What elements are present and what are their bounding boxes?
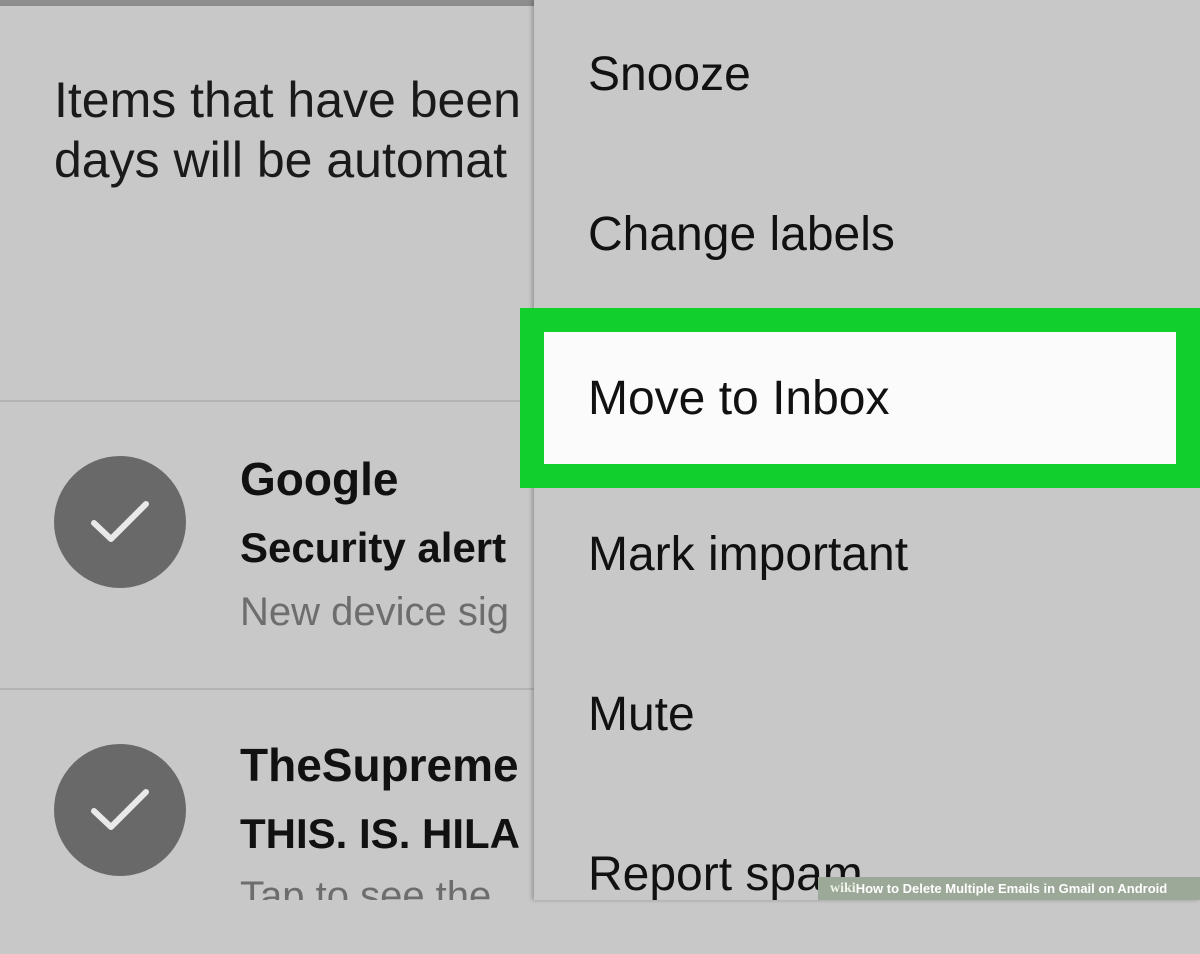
menu-item-report-spam[interactable]: Report spam xyxy=(534,794,1200,954)
email-sender: Google xyxy=(240,453,399,505)
notice-line-1: Items that have been xyxy=(54,72,521,128)
email-row[interactable]: Google Security alert New device sig xyxy=(0,402,540,652)
email-sender: TheSupreme xyxy=(240,739,519,791)
email-subject: THIS. IS. HILA xyxy=(240,810,521,857)
menu-item-mute[interactable]: Mute xyxy=(534,634,1200,794)
selected-avatar[interactable] xyxy=(54,456,186,588)
caption-banner: wiki How to Delete Multiple Emails in Gm… xyxy=(818,877,1200,900)
email-subject: Security alert xyxy=(240,524,507,571)
selected-avatar[interactable] xyxy=(54,744,186,876)
checkmark-icon xyxy=(91,789,149,830)
caption-text: How to Delete Multiple Emails in Gmail o… xyxy=(855,881,1168,896)
email-snippet: Tap to see the xyxy=(240,874,492,900)
trash-notice: Items that have been days will be automa… xyxy=(54,70,614,190)
wiki-logo: wiki xyxy=(830,880,856,896)
menu-item-change-labels[interactable]: Change labels xyxy=(534,154,1200,314)
menu-item-mark-important[interactable]: Mark important xyxy=(534,474,1200,634)
menu-item-snooze[interactable]: Snooze xyxy=(534,0,1200,154)
email-snippet: New device sig xyxy=(240,590,510,634)
checkmark-icon xyxy=(91,501,149,542)
email-row[interactable]: TheSupreme THIS. IS. HILA Tap to see the xyxy=(0,690,540,900)
menu-item-move-to-inbox[interactable]: Move to Inbox xyxy=(520,308,1200,488)
overflow-menu: Snooze Change labels Move to Inbox Mark … xyxy=(520,0,1200,901)
notice-line-2: days will be automat xyxy=(54,132,508,188)
